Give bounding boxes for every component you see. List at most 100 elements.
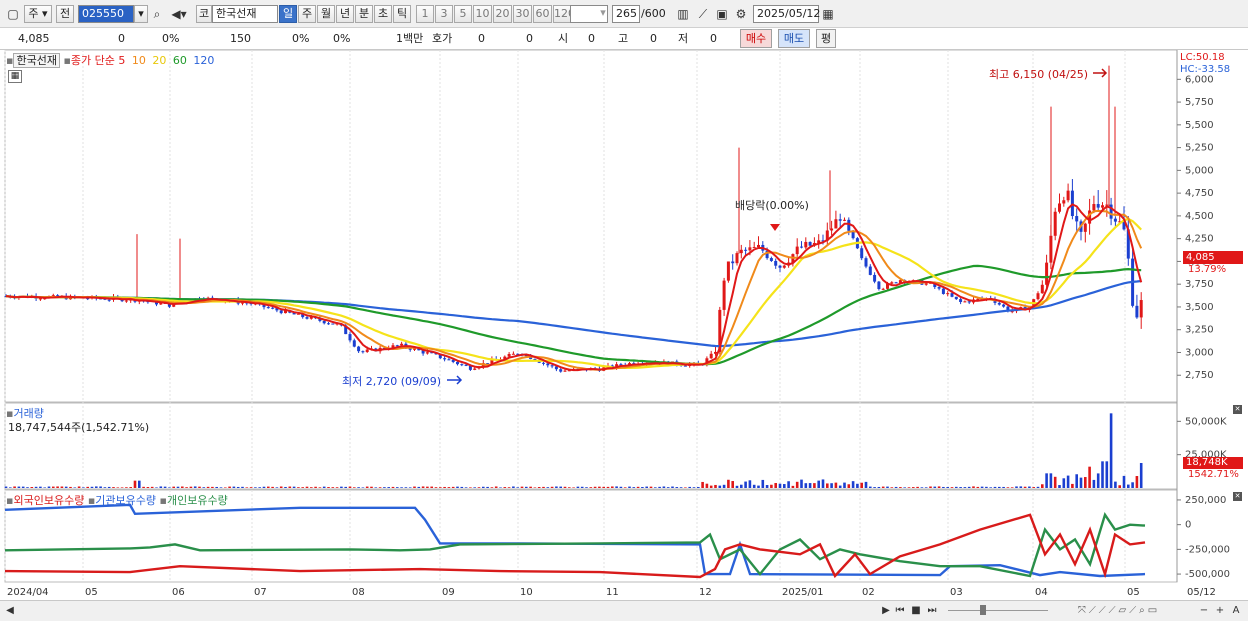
save-icon[interactable]: ▣ <box>713 5 731 23</box>
sell-button[interactable]: 매도 <box>778 29 810 48</box>
table-icon[interactable]: ▦ <box>8 70 22 83</box>
volume-bar <box>611 486 614 488</box>
ma-60-label[interactable]: 60 <box>173 54 187 67</box>
ma-title[interactable]: 종가 단순 5 <box>71 54 125 67</box>
stock-name-field[interactable]: 한국선재 <box>212 5 278 23</box>
period-tab-3[interactable]: 년 <box>336 5 354 23</box>
volume-bar <box>391 486 395 488</box>
interval-button-5[interactable]: 30 <box>513 5 532 23</box>
volume-bar <box>598 486 601 488</box>
individual-legend[interactable]: 개인보유수량 <box>167 494 228 507</box>
interval-button-6[interactable]: 60 <box>533 5 552 23</box>
volume-bar <box>159 486 163 488</box>
candle-body <box>950 293 954 297</box>
period-tab-5[interactable]: 초 <box>374 5 392 23</box>
period-tab-4[interactable]: 분 <box>355 5 373 23</box>
period-tab-2[interactable]: 월 <box>317 5 335 23</box>
volume-bar <box>864 481 868 488</box>
candle-body <box>357 346 361 352</box>
code-dropdown-button[interactable]: ▾ <box>134 5 148 23</box>
candle-body <box>709 353 713 359</box>
volume-bar <box>546 487 550 488</box>
low-annotation: 최저 2,720 (09/09) <box>342 375 442 388</box>
zoom-slider[interactable] <box>948 610 1048 611</box>
candle-body <box>1002 304 1006 307</box>
volume-bar <box>709 485 713 488</box>
stop-icon[interactable]: ■ <box>910 604 922 618</box>
avg-price-button[interactable]: 평 <box>816 29 836 48</box>
foreign-legend[interactable]: 외국인보유수량 <box>13 494 84 507</box>
holdings-close-icon[interactable]: ✕ <box>1233 492 1242 501</box>
candle-body <box>894 282 898 284</box>
candle-body <box>782 265 786 268</box>
price-tick-label: 3,750 <box>1185 279 1214 290</box>
speaker-icon[interactable]: ◀▾ <box>166 5 192 23</box>
search-icon[interactable]: ⌕ <box>148 5 166 23</box>
last-icon[interactable]: ⏭ <box>926 604 938 618</box>
volume-bar <box>688 486 691 488</box>
prev-button[interactable]: 전 <box>56 5 74 23</box>
candle-body <box>331 323 335 325</box>
first-icon[interactable]: ⏮ <box>894 604 906 618</box>
ma-120-label[interactable]: 120 <box>193 54 214 67</box>
gear-icon[interactable]: ⚙ <box>732 5 750 23</box>
calendar-icon[interactable]: ▦ <box>819 5 837 23</box>
stock-code-input[interactable]: 025550 <box>78 5 134 23</box>
volume-bar <box>533 487 537 488</box>
volume-bar <box>813 483 816 488</box>
date-tick-label: 05/12 <box>1187 587 1216 598</box>
line-tool-icon[interactable]: ⟋ <box>694 5 712 23</box>
interval-button-0[interactable]: 1 <box>416 5 434 23</box>
interval-button-1[interactable]: 3 <box>435 5 453 23</box>
zoom-out-button[interactable]: − <box>1198 604 1210 618</box>
volume-bar <box>13 486 16 488</box>
volume-bar <box>602 486 605 488</box>
volume-bar <box>1122 475 1126 488</box>
period-tab-6[interactable]: 틱 <box>393 5 411 23</box>
candle-body <box>963 301 967 303</box>
volume-bar <box>658 486 661 488</box>
interval-button-2[interactable]: 5 <box>454 5 472 23</box>
chart-period-select[interactable]: 주 ▾ <box>24 5 52 23</box>
count-input[interactable]: 265 <box>612 5 640 23</box>
chart-canvas[interactable]: 6,000 5,750 5,500 5,250 5,000 4,750 4,500 4,250… <box>0 50 1248 600</box>
market-button[interactable]: 코 <box>196 5 212 23</box>
date-input[interactable]: 2025/05/12 <box>753 5 820 23</box>
volume-close-icon[interactable]: ✕ <box>1233 405 1242 414</box>
chevron-down-icon[interactable]: ▾ <box>596 5 610 23</box>
zoom-in-button[interactable]: + <box>1214 604 1226 618</box>
volume-bar <box>671 486 674 488</box>
candle-body <box>752 247 756 249</box>
scroll-right-icon[interactable]: ▶ <box>880 604 892 618</box>
interval-button-4[interactable]: 20 <box>493 5 512 23</box>
candle-body <box>808 241 812 246</box>
hoga-value-1: 0 <box>478 32 485 45</box>
stock-label[interactable]: 한국선재 <box>13 53 60 68</box>
interval-button-3[interactable]: 10 <box>473 5 492 23</box>
window-icon[interactable]: ▢ <box>4 5 22 23</box>
volume-bar <box>645 486 648 488</box>
stock-chart[interactable]: 6,000 5,750 5,500 5,250 5,000 4,750 4,500 4,250… <box>0 50 1248 600</box>
scroll-left-icon[interactable]: ◀ <box>4 604 16 618</box>
zoom-slider-handle[interactable] <box>980 605 986 615</box>
volume-bar <box>224 487 227 488</box>
candle-body <box>1066 190 1070 201</box>
volume-bar <box>563 486 567 488</box>
institution-legend[interactable]: 기관보유수량 <box>95 494 156 507</box>
candle-type-icon[interactable]: ▥ <box>674 5 692 23</box>
drawing-tools-icon[interactable]: ⤧⟋⟋⟋▱⟋⌕▭ <box>1054 604 1184 618</box>
ma-20-label[interactable]: 20 <box>152 54 166 67</box>
volume-bar <box>795 481 799 488</box>
buy-button[interactable]: 매수 <box>740 29 772 48</box>
candle-body <box>873 274 877 282</box>
volume-bar <box>572 487 575 488</box>
candle-body <box>722 280 726 310</box>
volume-bar <box>327 487 330 488</box>
period-tab-1[interactable]: 주 <box>298 5 316 23</box>
ma-10-label[interactable]: 10 <box>132 54 146 67</box>
period-tab-0[interactable]: 일 <box>279 5 297 23</box>
volume-bar <box>1045 473 1048 488</box>
date-tick-label: 12 <box>699 587 712 598</box>
text-toggle-button[interactable]: A <box>1230 604 1242 618</box>
volume-bar <box>838 485 842 488</box>
